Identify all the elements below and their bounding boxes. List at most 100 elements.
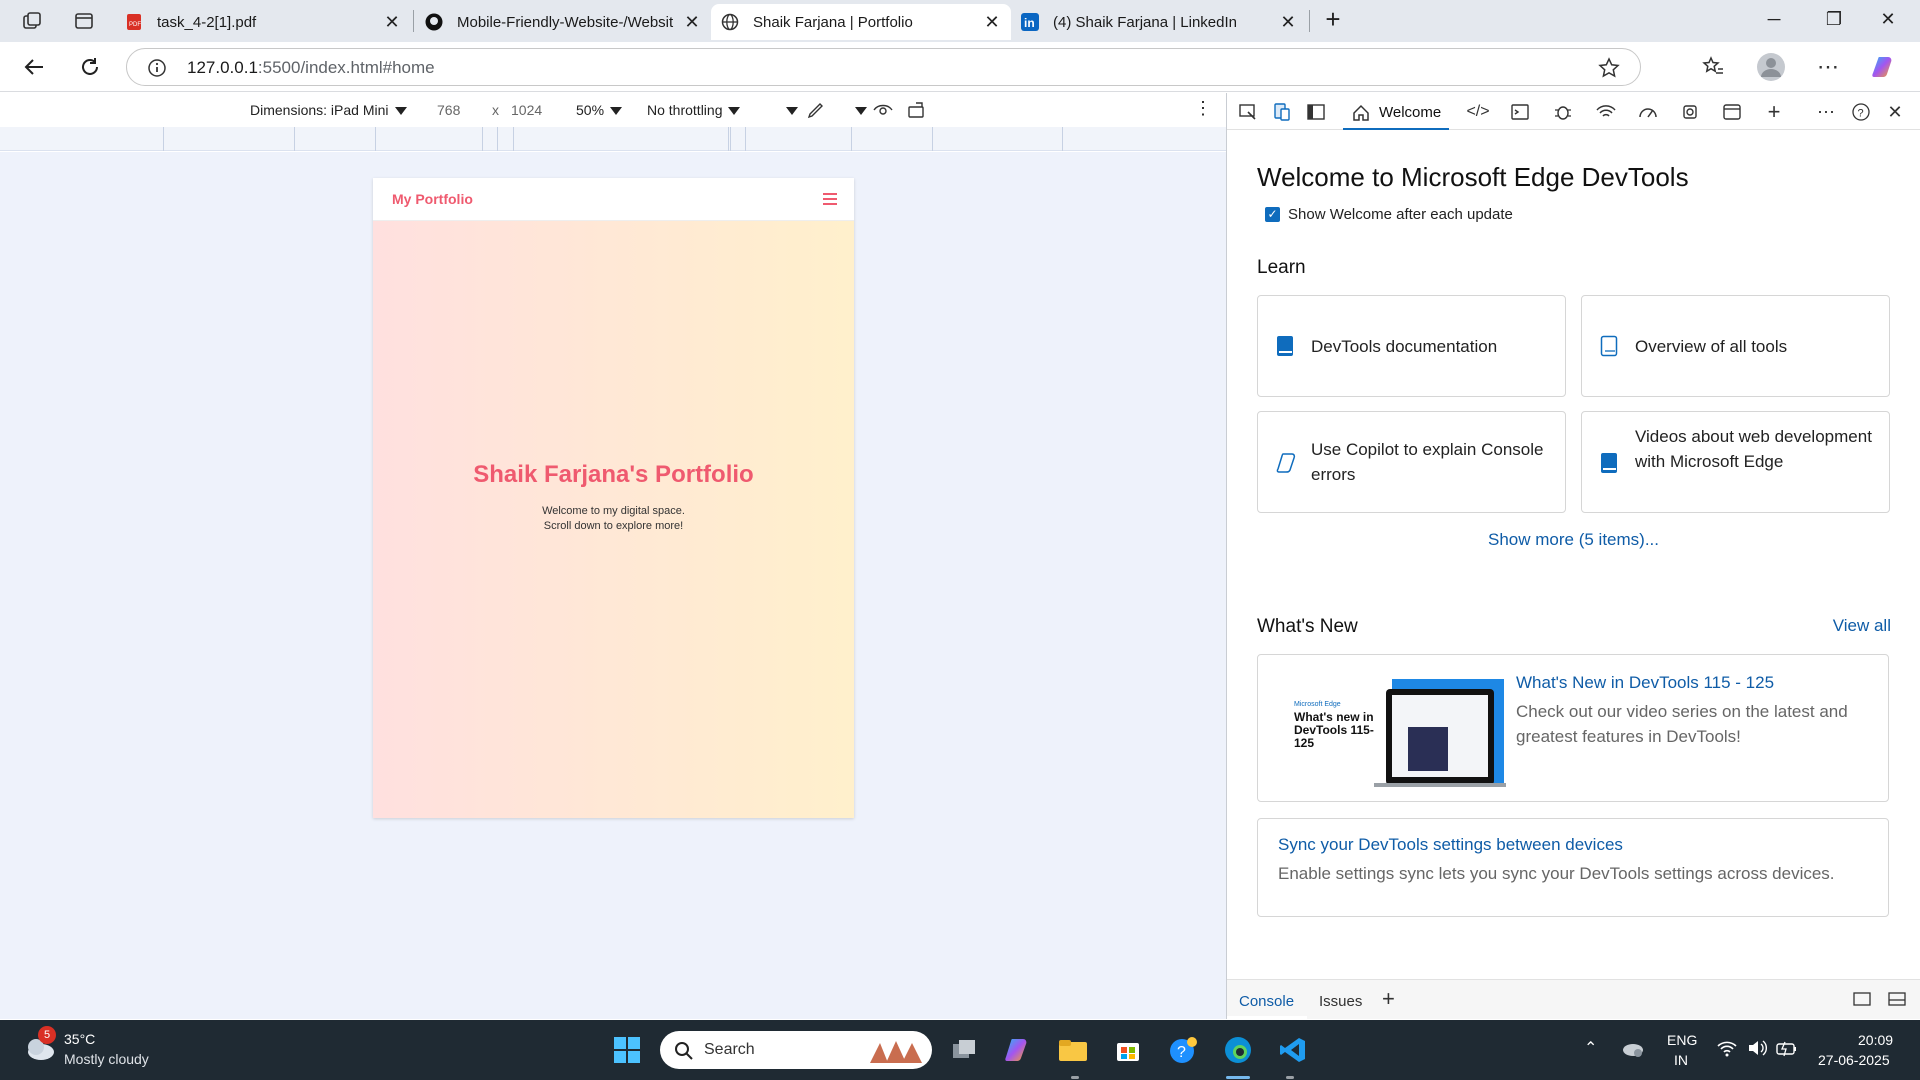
language-eng[interactable]: ENG <box>1667 1032 1697 1048</box>
copilot-app-icon[interactable] <box>998 1030 1038 1070</box>
language-region[interactable]: IN <box>1674 1052 1688 1068</box>
copilot-icon[interactable] <box>1871 54 1897 80</box>
hero-title: Shaik Farjana's Portfolio <box>473 461 754 488</box>
device-emulation-icon[interactable] <box>1271 101 1293 123</box>
show-hidden-icons[interactable]: ⌃ <box>1584 1038 1597 1058</box>
taskbar-search[interactable]: Search <box>660 1031 932 1069</box>
memory-icon[interactable] <box>1679 101 1701 123</box>
tab-welcome[interactable]: Welcome <box>1343 97 1450 130</box>
search-highlight-icon <box>870 1041 922 1063</box>
rotate-icon[interactable] <box>906 100 928 123</box>
close-devtools-icon[interactable]: ✕ <box>1884 101 1906 123</box>
news-card-sync-settings[interactable]: Sync your DevTools settings between devi… <box>1257 818 1889 917</box>
devtools-more-icon[interactable]: ⋯ <box>1815 101 1837 123</box>
restore-icon[interactable]: ❐ <box>1814 9 1854 33</box>
new-tab-icon[interactable]: + <box>1313 4 1353 34</box>
refresh-icon[interactable] <box>77 54 103 80</box>
card-copilot-errors[interactable]: Use Copilot to explain Console errors <box>1257 411 1566 513</box>
console-icon[interactable] <box>1509 101 1531 123</box>
news-title[interactable]: Sync your DevTools settings between devi… <box>1278 835 1623 855</box>
wifi-icon[interactable] <box>1716 1038 1738 1063</box>
tab-portfolio[interactable]: Shaik Farjana | Portfolio ✕ <box>711 4 1011 40</box>
clock-date[interactable]: 27-06-2025 <box>1818 1052 1890 1068</box>
news-title[interactable]: What's New in DevTools 115 - 125 <box>1516 673 1774 693</box>
posture-dropdown-icon[interactable] <box>849 102 867 118</box>
onedrive-icon[interactable] <box>1620 1039 1644 1062</box>
tab-actions-icon[interactable] <box>72 9 96 33</box>
zoom-select[interactable]: 50% <box>576 102 623 118</box>
url-field[interactable]: 127.0.0.1:5500/index.html#home <box>126 48 1641 86</box>
favorite-star-icon[interactable] <box>1598 57 1620 84</box>
close-tab-icon[interactable]: ✕ <box>1279 12 1297 33</box>
show-more-link[interactable]: Show more (5 items)... <box>1227 530 1920 550</box>
close-window-icon[interactable]: ✕ <box>1868 9 1908 33</box>
weather-description[interactable]: Mostly cloudy <box>64 1051 149 1067</box>
portfolio-logo[interactable]: My Portfolio <box>392 191 473 207</box>
show-welcome-checkbox[interactable]: ✓ Show Welcome after each update <box>1265 206 1513 223</box>
close-tab-icon[interactable]: ✕ <box>983 12 1001 33</box>
start-button[interactable] <box>607 1030 647 1070</box>
card-label: Overview of all tools <box>1635 337 1788 356</box>
microsoft-store-icon[interactable] <box>1108 1030 1148 1070</box>
card-videos-webdev[interactable]: Videos about web development with Micros… <box>1581 411 1890 513</box>
vision-deficiency-icon[interactable] <box>872 100 894 123</box>
elements-icon[interactable]: </> <box>1466 101 1489 123</box>
close-tab-icon[interactable]: ✕ <box>683 12 701 33</box>
more-menu-icon[interactable]: ⋯ <box>1815 54 1841 80</box>
device-posture-icon[interactable] <box>806 100 826 123</box>
hamburger-menu-icon[interactable] <box>823 193 837 208</box>
file-explorer-icon[interactable] <box>1053 1030 1093 1070</box>
book-icon <box>1600 452 1620 474</box>
tab-linkedin[interactable]: in (4) Shaik Farjana | LinkedIn ✕ <box>1011 4 1307 40</box>
volume-icon[interactable] <box>1746 1038 1768 1063</box>
card-devtools-docs[interactable]: DevTools documentation <box>1257 295 1566 397</box>
vscode-icon[interactable] <box>1273 1030 1313 1070</box>
windows-taskbar: 5 35°C Mostly cloudy Search ? ⌃ ENG IN 2… <box>0 1020 1920 1080</box>
throttle-select[interactable]: No throttling <box>647 102 741 118</box>
network-icon[interactable] <box>1595 101 1617 123</box>
close-tab-icon[interactable]: ✕ <box>383 12 401 33</box>
sensors-dropdown-icon[interactable] <box>780 102 798 118</box>
github-icon <box>425 13 443 31</box>
help-icon[interactable]: ? <box>1850 101 1872 123</box>
dimensions-select[interactable]: Dimensions: iPad Mini <box>250 102 407 118</box>
workspaces-icon[interactable] <box>20 9 44 33</box>
tab-github[interactable]: Mobile-Friendly-Website-/Websit ✕ <box>415 4 711 40</box>
task-view-icon[interactable] <box>944 1030 984 1070</box>
view-all-link[interactable]: View all <box>1833 616 1891 636</box>
favorites-icon[interactable] <box>1700 54 1726 80</box>
hero-section: Shaik Farjana's Portfolio Welcome to my … <box>373 221 854 818</box>
weather-temp[interactable]: 35°C <box>64 1031 95 1047</box>
add-drawer-tab-icon[interactable]: + <box>1382 986 1395 1012</box>
inspect-element-icon[interactable] <box>1237 101 1259 123</box>
clock-time[interactable]: 20:09 <box>1858 1032 1893 1048</box>
back-icon[interactable] <box>21 54 47 80</box>
dock-side-icon[interactable] <box>1305 101 1327 123</box>
site-info-icon[interactable] <box>147 58 167 83</box>
card-overview-tools[interactable]: Overview of all tools <box>1581 295 1890 397</box>
news-description: Check out our video series on the latest… <box>1516 702 1848 746</box>
tab-issues[interactable]: Issues <box>1319 993 1362 1010</box>
tab-pdf[interactable]: PDF task_4-2[1].pdf ✕ <box>115 4 411 40</box>
minimize-icon[interactable]: ─ <box>1754 9 1794 33</box>
card-label: Videos about web development with Micros… <box>1635 427 1872 471</box>
device-more-icon[interactable]: ⋮ <box>1194 98 1212 119</box>
card-label: Use Copilot to explain Console errors <box>1311 440 1544 484</box>
news-card-devtools-115-125[interactable]: Microsoft Edge What's new in DevTools 11… <box>1257 654 1889 802</box>
height-field[interactable]: 1024 <box>511 102 542 118</box>
sources-bug-icon[interactable] <box>1552 101 1574 123</box>
more-tools-plus-icon[interactable]: + <box>1763 99 1785 124</box>
learn-heading: Learn <box>1257 257 1306 278</box>
width-field[interactable]: 768 <box>437 102 460 118</box>
application-icon[interactable] <box>1721 101 1743 123</box>
tab-console[interactable]: Console <box>1239 993 1294 1010</box>
profile-avatar[interactable] <box>1756 52 1786 82</box>
edge-browser-icon[interactable] <box>1218 1030 1258 1070</box>
tips-help-icon[interactable]: ? <box>1163 1030 1203 1070</box>
devtools-panel: Welcome </> + ⋯ ? ✕ Welcome to Microsoft… <box>1227 93 1920 1019</box>
linkedin-icon: in <box>1021 13 1039 31</box>
performance-icon[interactable] <box>1637 101 1659 123</box>
battery-icon[interactable] <box>1775 1038 1799 1063</box>
quick-view-icon[interactable] <box>1852 990 1872 1012</box>
dock-drawer-icon[interactable] <box>1887 990 1907 1012</box>
